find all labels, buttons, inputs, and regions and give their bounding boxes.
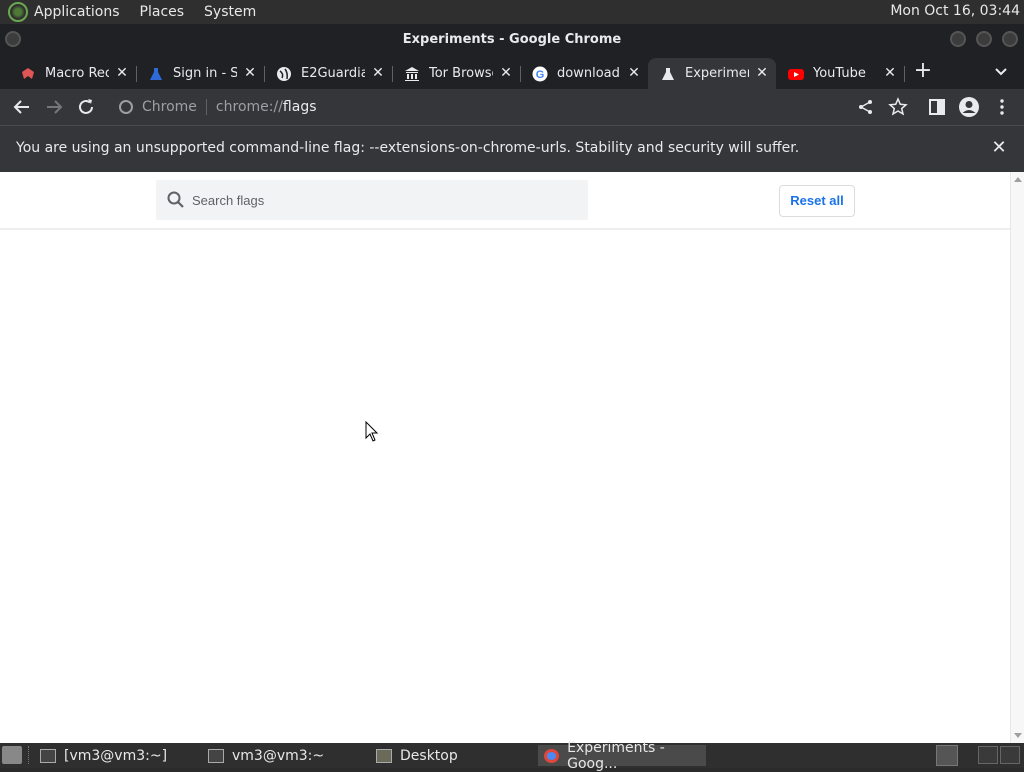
tab-sign-in[interactable]: Sign in - Se ✕ bbox=[136, 58, 265, 89]
tab-macro-recorder[interactable]: Macro Recc ✕ bbox=[8, 58, 137, 89]
minimize-button[interactable] bbox=[950, 31, 966, 47]
search-flags-box[interactable] bbox=[156, 180, 588, 220]
panel-clock[interactable]: Mon Oct 16, 03:44 bbox=[890, 3, 1020, 19]
side-panel-icon[interactable] bbox=[926, 96, 948, 118]
taskbar-item-terminal-1[interactable]: [vm3@vm3:~] bbox=[34, 745, 194, 766]
chrome-icon bbox=[544, 748, 560, 763]
tab-label: Tor Browse bbox=[429, 66, 493, 81]
window-titlebar[interactable]: Experiments - Google Chrome bbox=[0, 24, 1024, 54]
infobar-close-icon[interactable]: ✕ bbox=[990, 139, 1008, 157]
top-panel: Applications Places System Mon Oct 16, 0… bbox=[0, 0, 1024, 24]
flags-header: Reset all bbox=[0, 172, 1010, 230]
menu-system[interactable]: System bbox=[204, 4, 256, 20]
bookmark-star-icon[interactable] bbox=[887, 96, 909, 118]
tab-tor-browser[interactable]: Tor Browse ✕ bbox=[392, 58, 521, 89]
taskbar-item-chrome[interactable]: Experiments - Goog... bbox=[538, 740, 706, 772]
omnibox[interactable]: Chrome chrome://flags bbox=[110, 93, 918, 121]
folder-icon bbox=[376, 748, 392, 763]
menu-applications[interactable]: Applications bbox=[34, 4, 120, 20]
terminal-icon bbox=[40, 748, 56, 763]
tab-strip: Macro Recc ✕ Sign in - Se ✕ E2Guardian ✕… bbox=[0, 54, 1024, 89]
svg-text:G: G bbox=[536, 69, 545, 81]
tab-close-icon[interactable]: ✕ bbox=[242, 65, 258, 81]
workspace-1-icon[interactable] bbox=[978, 746, 998, 764]
close-window-button[interactable] bbox=[1002, 31, 1018, 47]
taskbar-item-desktop[interactable]: Desktop bbox=[370, 745, 530, 766]
globe-icon bbox=[276, 66, 292, 82]
infobar-message: You are using an unsupported command-lin… bbox=[16, 140, 800, 156]
tab-label: Sign in - Se bbox=[173, 66, 237, 81]
taskbar-item-label: Desktop bbox=[400, 747, 458, 764]
show-desktop-icon[interactable] bbox=[2, 746, 22, 764]
taskbar-separator bbox=[28, 746, 30, 764]
macro-recorder-icon bbox=[20, 66, 36, 82]
tab-label: YouTube bbox=[813, 66, 866, 81]
mouse-cursor-icon bbox=[365, 420, 379, 443]
window-title: Experiments - Google Chrome bbox=[402, 32, 622, 47]
search-icon bbox=[166, 190, 186, 210]
terminal-icon bbox=[208, 748, 224, 763]
url-scheme: chrome:// bbox=[215, 99, 283, 115]
tor-building-icon bbox=[404, 66, 420, 82]
tab-label: Experimen bbox=[685, 66, 749, 81]
taskbar-item-label: Experiments - Goog... bbox=[567, 739, 665, 772]
reload-button[interactable] bbox=[75, 96, 97, 118]
tab-label: Macro Recc bbox=[45, 66, 109, 81]
kebab-menu-icon[interactable] bbox=[991, 96, 1013, 118]
forward-button[interactable] bbox=[43, 96, 65, 118]
share-icon[interactable] bbox=[855, 96, 877, 118]
bottom-taskbar: [vm3@vm3:~] vm3@vm3:~ Desktop Experiment… bbox=[0, 740, 1024, 772]
tab-label: E2Guardian bbox=[301, 66, 365, 81]
profile-avatar-icon[interactable] bbox=[958, 96, 980, 118]
taskbar-item-terminal-2[interactable]: vm3@vm3:~ bbox=[202, 745, 362, 766]
flask-icon bbox=[148, 66, 164, 82]
url-path: flags bbox=[282, 99, 317, 115]
tab-close-icon[interactable]: ✕ bbox=[498, 65, 514, 81]
omnibox-divider bbox=[205, 99, 207, 115]
reset-all-button[interactable]: Reset all bbox=[779, 185, 855, 217]
chrome-page-icon bbox=[119, 100, 133, 114]
taskbar-item-label: [vm3@vm3:~] bbox=[64, 747, 168, 764]
menu-places[interactable]: Places bbox=[140, 4, 185, 20]
tab-label: download bbox=[557, 66, 620, 81]
tab-separator bbox=[904, 66, 905, 82]
scroll-up-icon[interactable] bbox=[1014, 177, 1022, 182]
tab-close-icon[interactable]: ✕ bbox=[754, 65, 770, 81]
tab-download[interactable]: G download ✕ bbox=[520, 58, 648, 89]
tab-e2guardian[interactable]: E2Guardian ✕ bbox=[264, 58, 393, 89]
search-flags-input[interactable] bbox=[192, 192, 572, 208]
back-button[interactable] bbox=[11, 96, 33, 118]
maximize-button[interactable] bbox=[976, 31, 992, 47]
new-tab-button[interactable]: + bbox=[913, 60, 933, 82]
taskbar-item-label: vm3@vm3:~ bbox=[232, 747, 325, 764]
flask-icon bbox=[660, 66, 676, 82]
tab-search-icon[interactable] bbox=[993, 63, 1009, 79]
browser-toolbar: Chrome chrome://flags bbox=[0, 89, 1024, 125]
tab-close-icon[interactable]: ✕ bbox=[882, 65, 898, 81]
scroll-down-icon[interactable] bbox=[1014, 733, 1022, 738]
tab-close-icon[interactable]: ✕ bbox=[114, 65, 130, 81]
google-icon: G bbox=[532, 66, 548, 82]
tab-youtube[interactable]: YouTube ✕ bbox=[776, 58, 905, 89]
unsupported-flag-infobar: You are using an unsupported command-lin… bbox=[0, 125, 1024, 172]
tab-experiments[interactable]: Experimen ✕ bbox=[648, 58, 776, 89]
omnibox-chip-label: Chrome bbox=[142, 99, 197, 115]
page-scrollbar[interactable] bbox=[1010, 172, 1024, 743]
flags-page: Reset all bbox=[0, 172, 1024, 743]
distro-logo-icon[interactable] bbox=[8, 2, 28, 22]
youtube-icon bbox=[788, 66, 804, 82]
tab-close-icon[interactable]: ✕ bbox=[370, 65, 386, 81]
tab-close-icon[interactable]: ✕ bbox=[626, 65, 642, 81]
workspace-2-icon[interactable] bbox=[1000, 746, 1020, 764]
tray-chrome-icon[interactable] bbox=[936, 745, 958, 766]
